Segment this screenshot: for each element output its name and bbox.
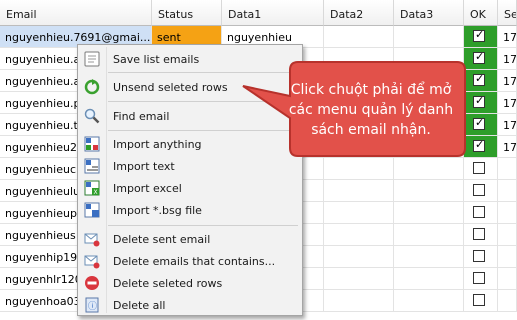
callout-bubble <box>242 61 466 157</box>
callout-text: Click chuột phải để mở các menu quản lý … <box>288 82 454 138</box>
